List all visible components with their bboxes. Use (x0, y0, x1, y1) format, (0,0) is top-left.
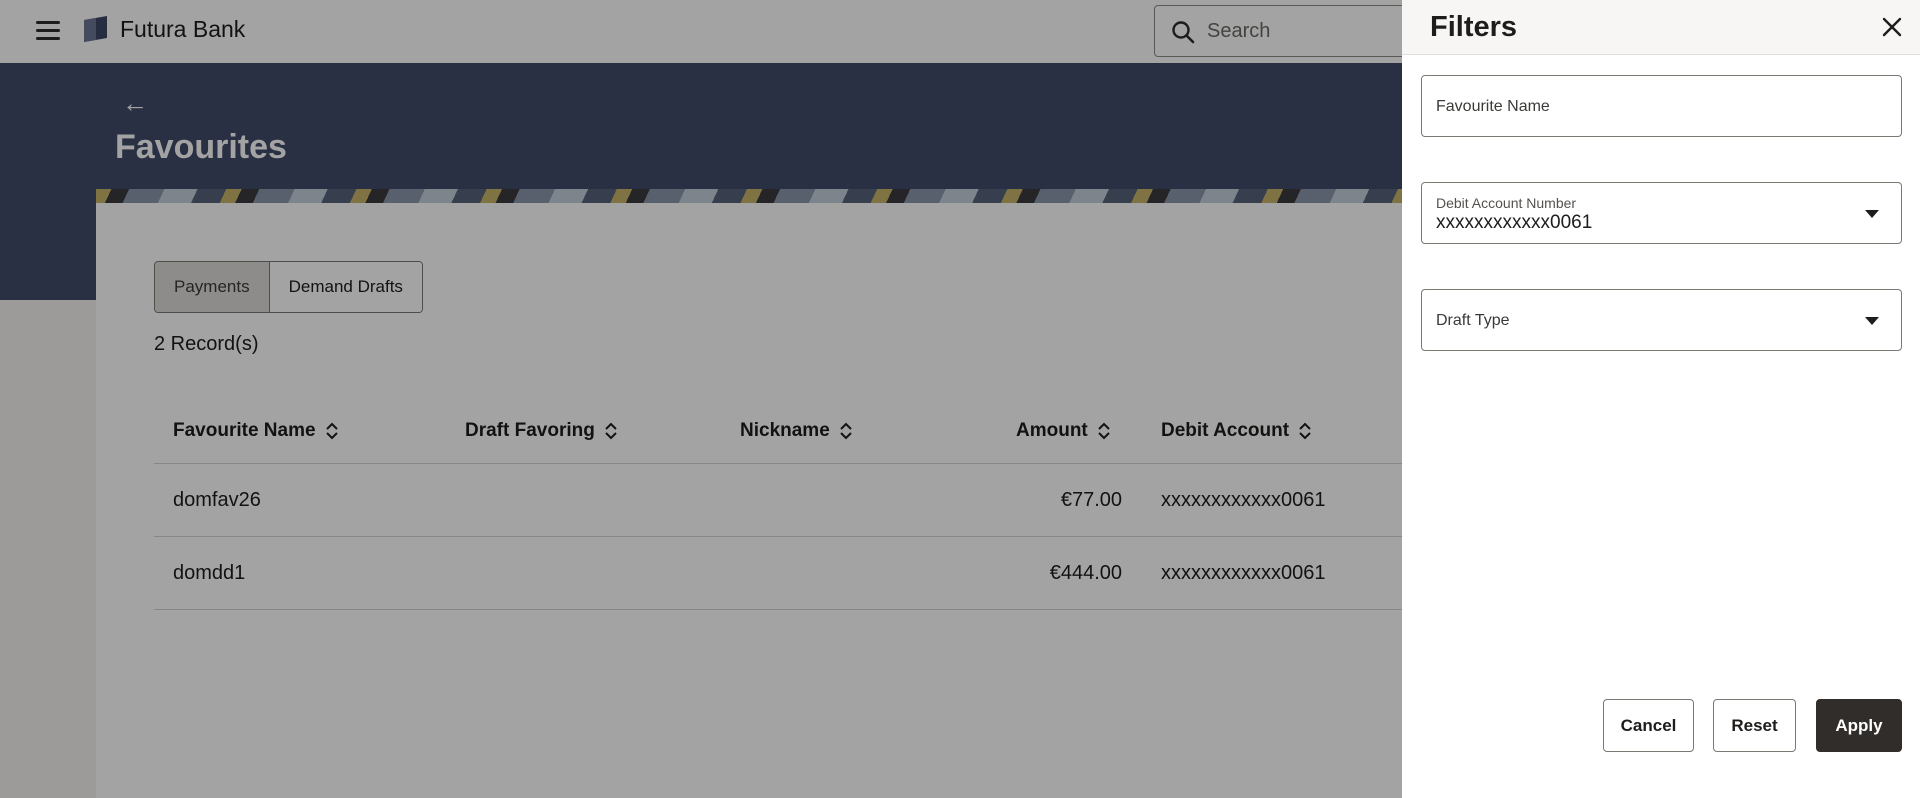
debit-account-value[interactable]: xxxxxxxxxxxx0061 (1436, 212, 1592, 234)
draft-type-label: Draft Type (1436, 312, 1510, 329)
dropdown-caret-icon[interactable] (1865, 317, 1879, 325)
cancel-button[interactable]: Cancel (1603, 699, 1694, 752)
close-icon[interactable] (1881, 16, 1903, 38)
dropdown-caret-icon[interactable] (1865, 210, 1879, 218)
draft-type-select[interactable]: Draft Type (1421, 289, 1902, 351)
drawer-title: Filters (1430, 11, 1518, 43)
modal-backdrop[interactable] (0, 0, 1402, 798)
reset-button[interactable]: Reset (1713, 699, 1796, 752)
filters-drawer: Filters Favourite Name Debit Account Num… (1402, 0, 1920, 798)
apply-button[interactable]: Apply (1816, 699, 1902, 752)
debit-account-label: Debit Account Number (1436, 195, 1577, 211)
debit-account-select[interactable]: Debit Account Number xxxxxxxxxxxx0061 (1421, 182, 1902, 244)
drawer-header: Filters (1402, 0, 1920, 55)
favourite-name-field[interactable]: Favourite Name (1421, 75, 1902, 137)
favourite-name-label: Favourite Name (1436, 98, 1550, 115)
